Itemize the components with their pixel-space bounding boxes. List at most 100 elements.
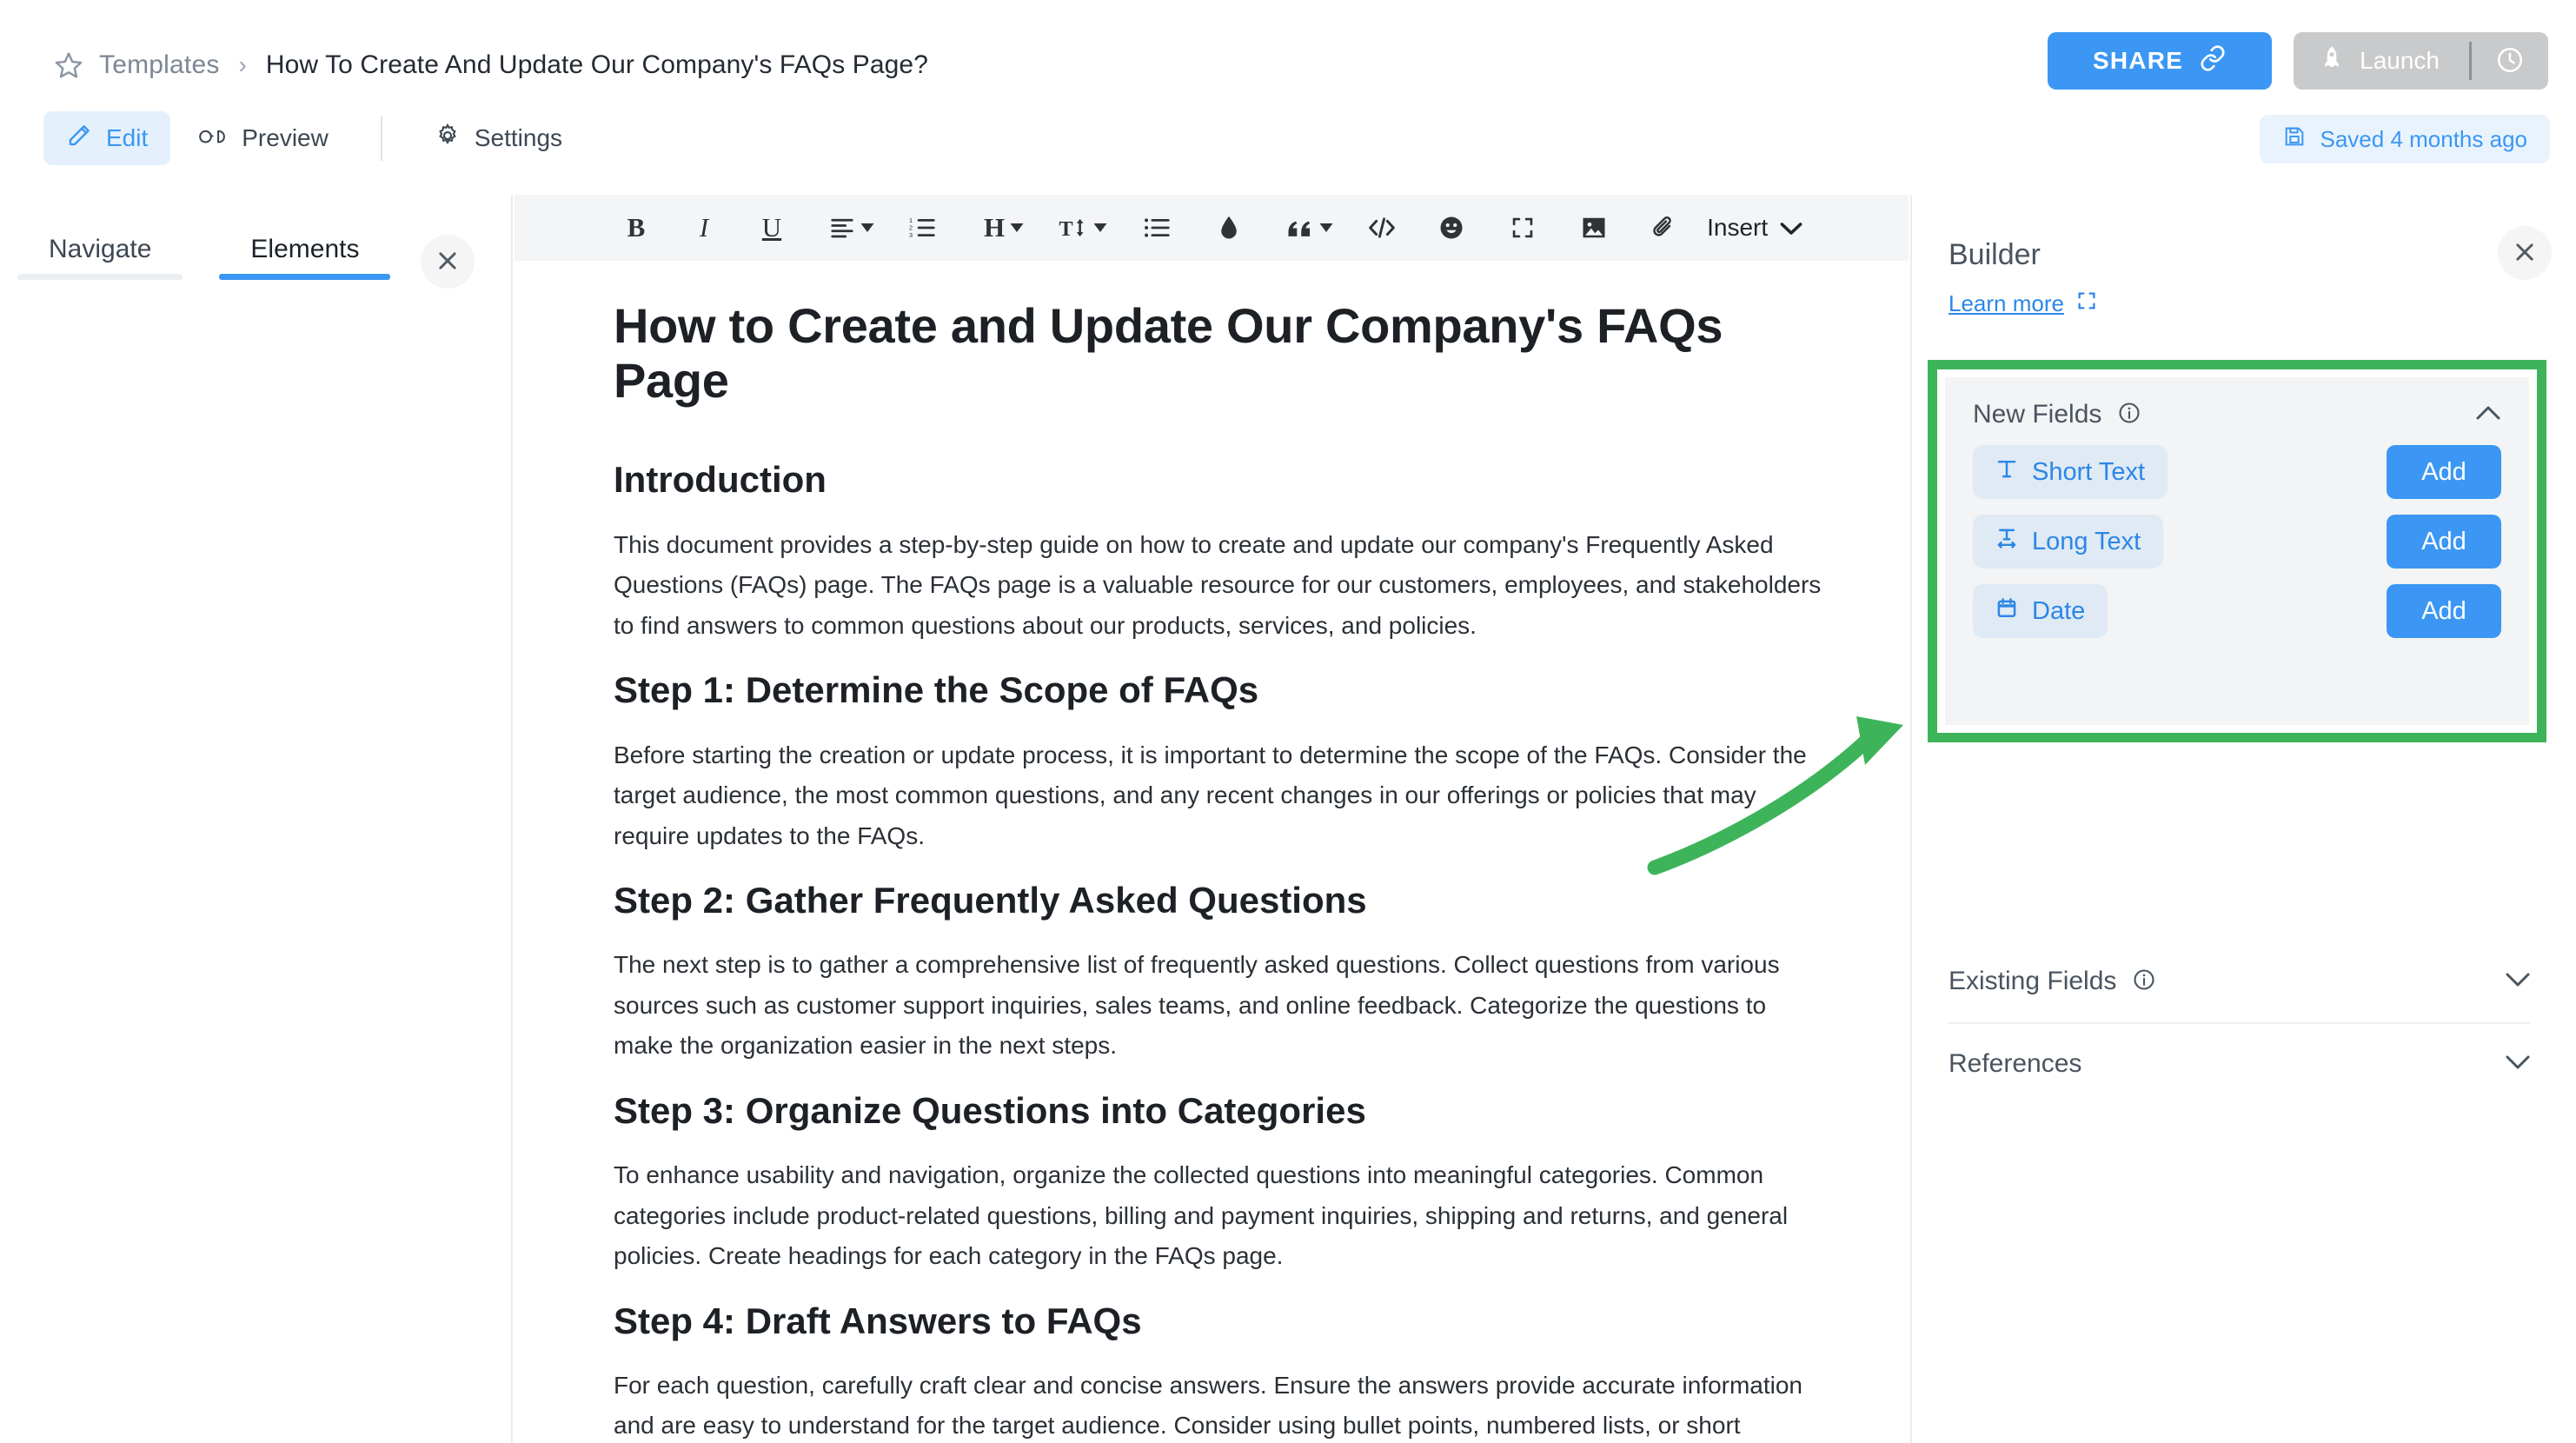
info-icon[interactable] [2117,401,2141,429]
ordered-list-icon[interactable]: 1 2 3 [899,203,947,252]
tab-edit-label: Edit [106,124,149,151]
chevron-down-icon [1780,214,1803,242]
gear-icon [435,123,461,155]
field-chip-long-text[interactable]: Long Text [1973,515,2164,569]
long-text-icon [1995,527,2018,556]
emoji-icon[interactable] [1427,203,1476,252]
section-references-left: References [1949,1049,2081,1079]
field-row-short-text: Short Text Add [1973,445,2501,499]
image-icon[interactable] [1570,203,1618,252]
document-title: How to Create and Update Our Company's F… [614,298,1723,408]
clock-icon [2495,45,2525,77]
tab-edit[interactable]: Edit [43,111,171,165]
builder-panel-title: Builder [1949,238,2041,271]
editor-toolbar: B I U 1 2 3 H T Insert [515,195,1909,261]
section-references[interactable]: References [1949,1022,2531,1106]
launch-history-button[interactable] [2472,32,2548,90]
text-color-icon[interactable] [1205,203,1253,252]
insert-menu-label: Insert [1707,214,1769,241]
document-body[interactable]: How to Create and Update Our Company's F… [541,261,1907,1443]
svg-text:3: 3 [909,231,913,239]
sidebar-close-button[interactable] [421,235,475,289]
chevron-down-icon[interactable] [2505,972,2531,992]
info-icon[interactable] [2132,968,2156,996]
attachment-icon[interactable] [1639,203,1688,252]
bullet-list-icon[interactable] [1133,203,1182,252]
learn-more-label: Learn more [1949,290,2064,316]
save-disk-icon [2282,124,2307,155]
heading-icon[interactable]: H [977,203,1031,252]
sidebar-tab-navigate-label: Navigate [49,235,152,263]
field-chip-short-text[interactable]: Short Text [1973,445,2168,499]
mode-bar: Edit Preview Settings Saved 4 months ago [0,111,2576,195]
section-heading: Step 3: Organize Questions into Categori… [614,1089,1366,1131]
section-existing-fields[interactable]: Existing Fields [1949,941,2531,1024]
launch-button[interactable]: Launch [2294,32,2469,90]
launch-button-group: Launch [2294,32,2548,90]
breadcrumb: Templates › How To Create And Update Our… [54,50,928,80]
short-text-icon [1995,457,2018,487]
field-chip-date[interactable]: Date [1973,584,2108,638]
insert-menu-button[interactable]: Insert [1688,214,1811,242]
add-date-button[interactable]: Add [2387,584,2501,638]
section-heading: Step 4: Draft Answers to FAQs [614,1300,1142,1341]
link-icon [2199,44,2227,78]
add-long-text-button[interactable]: Add [2387,515,2501,569]
code-icon[interactable] [1358,203,1406,252]
italic-icon[interactable]: I [680,203,728,252]
tab-settings[interactable]: Settings [412,111,585,165]
sidebar-tab-elements-label: Elements [250,235,360,263]
field-row-long-text: Long Text Add [1973,515,2501,569]
section-body: To enhance usability and navigation, org… [614,1161,1789,1270]
section-body: For each question, carefully craft clear… [614,1372,1803,1440]
new-fields-section: New Fields Short Text Add Long Text Add … [1945,377,2529,725]
section-body: The next step is to gather a comprehensi… [614,951,1780,1060]
launch-button-label: Launch [2360,47,2440,74]
chevron-down-icon[interactable] [2505,1054,2531,1074]
section-existing-fields-label: Existing Fields [1949,967,2117,995]
add-short-text-button[interactable]: Add [2387,445,2501,499]
new-fields-header-left: New Fields [1973,400,2141,429]
builder-panel: Builder Learn more New Fields Short Text… [1910,195,2576,1443]
new-fields-highlight: New Fields Short Text Add Long Text Add … [1928,360,2546,742]
star-icon[interactable] [54,50,83,80]
breadcrumb-separator: › [238,51,247,78]
mode-tab-list: Edit Preview Settings [43,111,585,165]
chevron-up-icon[interactable] [2475,405,2501,425]
blockquote-icon[interactable] [1279,203,1340,252]
share-button-label: SHARE [2092,47,2183,74]
left-sidebar: Navigate Elements [0,195,513,1443]
sidebar-tab-navigate[interactable]: Navigate [17,235,183,280]
mode-divider [380,116,382,161]
field-row-date: Date Add [1973,584,2501,638]
pencil-icon [66,123,92,155]
document-scroll-area[interactable]: How to Create and Update Our Company's F… [541,261,1907,1443]
section-existing-fields-left: Existing Fields [1949,967,2156,996]
section-heading: Introduction [614,459,827,501]
page-title: How To Create And Update Our Company's F… [265,50,928,79]
app-root: Templates › How To Create And Update Our… [0,0,2576,1443]
sidebar-tab-elements[interactable]: Elements [219,235,391,280]
breadcrumb-templates-link[interactable]: Templates [99,50,220,80]
svg-text:T: T [1059,217,1073,240]
builder-close-button[interactable] [2498,226,2552,280]
new-fields-header[interactable]: New Fields [1973,400,2501,429]
share-button[interactable]: SHARE [2048,32,2272,90]
calendar-icon [1995,596,2018,626]
bold-icon[interactable]: B [612,203,661,252]
tab-underline [17,274,183,280]
body-area: Navigate Elements B I U 1 2 3 H T Insert… [0,195,2576,1443]
field-chip-label: Long Text [2032,527,2141,555]
tab-preview[interactable]: Preview [176,111,351,165]
fullscreen-icon[interactable] [1498,203,1547,252]
close-icon [2512,239,2538,268]
section-body: Before starting the creation or update p… [614,741,1807,849]
align-left-icon[interactable] [822,203,881,252]
underline-icon[interactable]: U [747,203,796,252]
font-size-icon[interactable]: T [1052,203,1114,252]
rocket-icon [2318,44,2346,78]
learn-more-link[interactable]: Learn more [1949,290,2097,317]
section-heading: Step 2: Gather Frequently Asked Question… [614,880,1367,921]
saved-status-label: Saved 4 months ago [2320,125,2528,152]
tab-underline-active [219,274,391,280]
